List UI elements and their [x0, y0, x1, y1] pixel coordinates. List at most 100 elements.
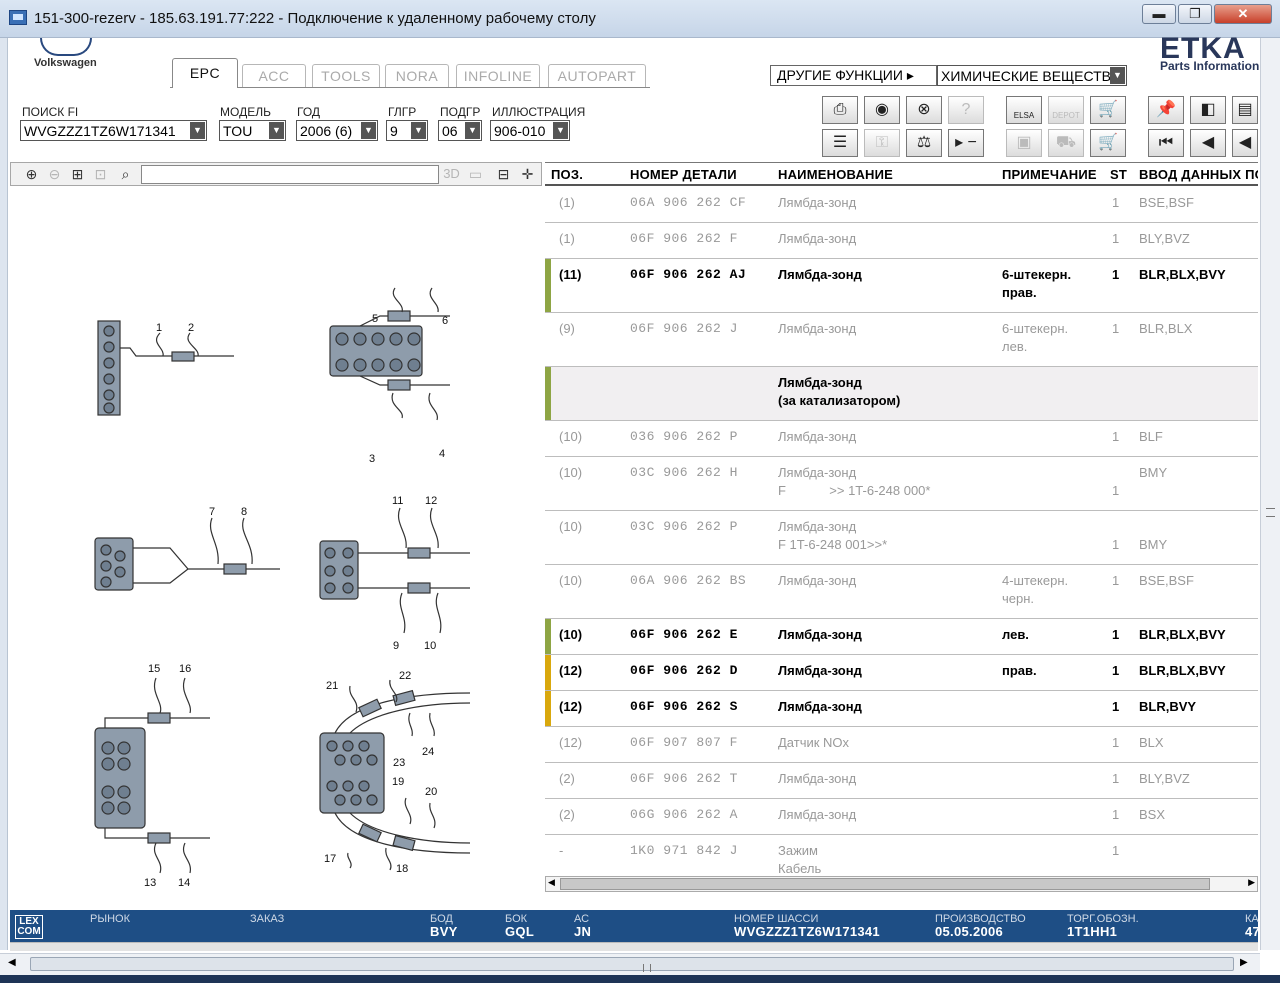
table-row[interactable]: (10) 03C 906 262 P Лямбда-зонд F 1T-6-248 …: [545, 511, 1258, 565]
split-icon[interactable]: ✛: [517, 165, 538, 183]
tab-nora[interactable]: NORA: [385, 64, 449, 87]
cell-name: Лямбда-зонд: [778, 231, 857, 246]
pin-button[interactable]: 📌: [1148, 96, 1184, 124]
scroll-left-icon[interactable]: ◀: [548, 877, 555, 888]
search-input[interactable]: [141, 165, 439, 184]
tab-autopart[interactable]: AUTOPART: [548, 64, 646, 87]
table-row[interactable]: Лямбда-зонд (за катализатором): [545, 367, 1258, 421]
table-scroll-thumb[interactable]: [560, 878, 1210, 890]
scroll-right-icon[interactable]: ▶: [1248, 877, 1255, 888]
cell-pos: (10): [559, 573, 583, 588]
elsa-label: ELSA: [1013, 111, 1035, 120]
tab-tools[interactable]: TOOLS: [312, 64, 380, 87]
table-row[interactable]: (12) 06F 906 262 S Лямбда-зонд 1 BLR,BVY: [545, 691, 1258, 727]
tab-acc[interactable]: ACC: [242, 64, 306, 87]
col-data-entry[interactable]: ВВОД ДАННЫХ ПО: [1139, 167, 1258, 182]
view-mode-icon[interactable]: ▭: [465, 165, 486, 183]
computer-button[interactable]: ▣: [1006, 129, 1042, 157]
cell-pos: (11): [559, 267, 582, 282]
play-minus-button[interactable]: ▸ −: [948, 129, 984, 157]
cell-part: 06F 906 262 F: [630, 231, 738, 246]
sub-group-select[interactable]: 06 ▼: [438, 120, 482, 141]
col-note[interactable]: ПРИМЕЧАНИЕ: [1002, 167, 1097, 182]
key-button[interactable]: ⚿: [864, 129, 900, 157]
play-minus-icon: ▸ −: [955, 134, 977, 151]
table-row[interactable]: (2) 06G 906 262 A Лямбда-зонд 1 BSX: [545, 799, 1258, 835]
scrollbar-grip: [643, 964, 651, 972]
layout-icon[interactable]: ⊟: [493, 165, 514, 183]
print-button[interactable]: ⎙: [822, 96, 858, 124]
chevron-down-icon[interactable]: ▼: [190, 122, 205, 139]
table-row[interactable]: (10) 03C 906 262 H Лямбда-зонд F >> 1T-6-2…: [545, 457, 1258, 511]
scroll-right-icon[interactable]: ▶: [1240, 957, 1248, 968]
callout-3: 3: [369, 453, 375, 465]
tab-epc[interactable]: EPC: [172, 58, 238, 88]
view-3d-icon[interactable]: 3D: [441, 165, 462, 183]
table-row[interactable]: (12) 06F 907 807 F Датчик NOx 1 BLX: [545, 727, 1258, 763]
exhaust-illustration[interactable]: 1 2 3 4 5 6 7 8 9 10 11 12 13 14 15 16 1…: [10, 188, 542, 888]
chevron-down-icon[interactable]: ▼: [553, 122, 568, 139]
title-bar[interactable]: 151-300-rezerv - 185.63.191.77:222 - Под…: [0, 0, 1280, 38]
cell-note: 4-штекерн. черн.: [1002, 573, 1069, 606]
scale-button[interactable]: ⚖: [906, 129, 942, 157]
back-button[interactable]: ◀: [1232, 129, 1258, 157]
year-select[interactable]: 2006 (6) ▼: [296, 120, 378, 141]
scroll-left-icon[interactable]: ◀: [8, 957, 16, 968]
horizontal-scrollbar[interactable]: ◀ ▶: [0, 953, 1260, 975]
page-prev-button[interactable]: ◧: [1190, 96, 1226, 124]
table-row[interactable]: (12) 06F 906 262 D Лямбда-зонд прав. 1 BLR,BL…: [545, 655, 1258, 691]
col-st[interactable]: ST: [1110, 167, 1127, 182]
illustration-select[interactable]: 906-010 ▼: [490, 120, 570, 141]
elsa-button[interactable]: ELSA: [1006, 96, 1042, 124]
zoom-fit-icon[interactable]: ⊞: [67, 165, 88, 183]
binoculars-icon: ⊗: [917, 101, 931, 118]
col-part-number[interactable]: НОМЕР ДЕТАЛИ: [630, 167, 737, 182]
zoom-in-icon[interactable]: ⊕: [21, 165, 42, 183]
model-select[interactable]: TOU ▼: [219, 120, 286, 141]
table-row[interactable]: (10) 036 906 262 P Лямбда-зонд 1 BLF: [545, 421, 1258, 457]
first-button[interactable]: ⏮: [1148, 129, 1184, 157]
search-icon[interactable]: ⌕: [115, 165, 136, 183]
table-row[interactable]: (9) 06F 906 262 J Лямбда-зонд 6-штекерн. ле…: [545, 313, 1258, 367]
scrollbar-grip[interactable]: [1266, 508, 1275, 517]
cart-button[interactable]: 🛒: [1090, 129, 1126, 157]
chevron-down-icon[interactable]: ▼: [361, 122, 376, 139]
chevron-down-icon[interactable]: ▼: [269, 122, 284, 139]
chevron-down-icon[interactable]: ▼: [1110, 67, 1125, 84]
table-row[interactable]: (1) 06A 906 262 CF Лямбда-зонд 1 BSE,BSF: [545, 187, 1258, 223]
table-row[interactable]: (2) 06F 906 262 T Лямбда-зонд 1 BLY,BVZ: [545, 763, 1258, 799]
table-horizontal-scrollbar[interactable]: ◀ ▶: [545, 876, 1258, 892]
chevron-down-icon[interactable]: ▼: [411, 122, 426, 139]
scrollbar-thumb[interactable]: [30, 957, 1234, 972]
vertical-scrollbar[interactable]: [1260, 38, 1280, 950]
table-row[interactable]: (11) 06F 906 262 AJ Лямбда-зонд 6-штекерн. …: [545, 259, 1258, 313]
search-parts-button[interactable]: ⊗: [906, 96, 942, 124]
list-button[interactable]: ☰: [822, 129, 858, 157]
minimize-button[interactable]: ▬: [1142, 4, 1176, 24]
vin-select[interactable]: WVGZZZ1TZ6W171341 ▼: [20, 120, 207, 141]
car-button[interactable]: ⛟: [1048, 129, 1084, 157]
row-status-marker: [545, 367, 551, 420]
table-row[interactable]: (1) 06F 906 262 F Лямбда-зонд 1 BLY,BVZ: [545, 223, 1258, 259]
close-button[interactable]: ✕: [1214, 4, 1272, 24]
tab-infoline[interactable]: INFOLINE: [456, 64, 540, 87]
col-name[interactable]: НАИМЕНОВАНИЕ: [778, 167, 893, 182]
table-row[interactable]: (10) 06F 906 262 E Лямбда-зонд лев. 1 BLR,BLX…: [545, 619, 1258, 655]
callout-15: 15: [148, 663, 160, 675]
depot-button[interactable]: DEPOT: [1048, 96, 1084, 124]
restore-button[interactable]: ❐: [1178, 4, 1212, 24]
col-pos[interactable]: ПОЗ.: [551, 167, 583, 182]
other-functions-menu[interactable]: ДРУГИЕ ФУНКЦИИ ▸: [770, 65, 937, 86]
disc-button[interactable]: ◉: [864, 96, 900, 124]
prev-button[interactable]: ◀: [1190, 129, 1226, 157]
table-row[interactable]: (10) 06A 906 262 BS Лямбда-зонд 4-штекерн. …: [545, 565, 1258, 619]
page-button[interactable]: ▤: [1232, 96, 1258, 124]
zoom-out-icon[interactable]: ⊖: [44, 165, 65, 183]
help-button[interactable]: ?: [948, 96, 984, 124]
cell-pos: (1): [559, 231, 575, 246]
cart-add-button[interactable]: 🛒: [1090, 96, 1126, 124]
chevron-down-icon[interactable]: ▼: [465, 122, 480, 139]
main-group-select[interactable]: 9 ▼: [386, 120, 428, 141]
zoom-area-icon[interactable]: ⊡: [90, 165, 111, 183]
chemicals-select[interactable]: ХИМИЧЕСКИЕ ВЕЩЕСТВА ▼: [937, 65, 1127, 86]
